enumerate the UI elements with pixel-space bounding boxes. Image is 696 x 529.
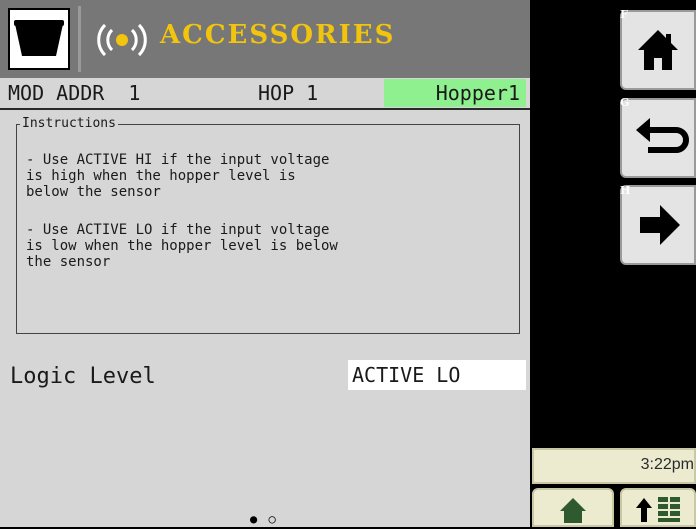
hopper-name-field[interactable]: Hopper1: [384, 79, 526, 107]
header-divider: [78, 6, 81, 72]
softkey-letter-g: G: [620, 96, 630, 109]
hopper-icon-button[interactable]: [8, 8, 70, 70]
instruction-active-lo: - Use ACTIVE LO if the input voltage is …: [26, 222, 338, 270]
hopper-number-label: HOP 1: [258, 81, 319, 105]
softkey-home-button[interactable]: [620, 10, 696, 90]
bottom-menu-button[interactable]: [620, 488, 696, 527]
page-indicator[interactable]: ● ○: [250, 512, 278, 526]
clock: 3:22pm: [640, 456, 694, 473]
instructions-title: Instructions: [20, 116, 118, 131]
back-arrow-icon: [636, 118, 689, 153]
logic-level-select[interactable]: ACTIVE LO: [348, 360, 526, 390]
up-arrow-grid-icon: [636, 497, 680, 522]
softkey-back-button[interactable]: [620, 98, 696, 178]
hopper-icon: [14, 20, 64, 56]
right-arrow-icon: [640, 205, 680, 245]
wireless-signal-icon: [92, 22, 152, 58]
home-icon: [560, 498, 586, 523]
home-icon: [638, 30, 678, 70]
logic-level-label: Logic Level: [10, 364, 156, 389]
page-title: ACCESSORIES: [160, 20, 396, 50]
module-address: MOD ADDR 1: [8, 81, 141, 105]
bottom-home-button[interactable]: [532, 488, 614, 527]
softkey-next-button[interactable]: [620, 185, 696, 265]
instruction-active-hi: - Use ACTIVE HI if the input voltage is …: [26, 152, 330, 200]
softkey-letter-f: F: [620, 8, 628, 21]
softkey-letter-h: H: [620, 184, 631, 197]
